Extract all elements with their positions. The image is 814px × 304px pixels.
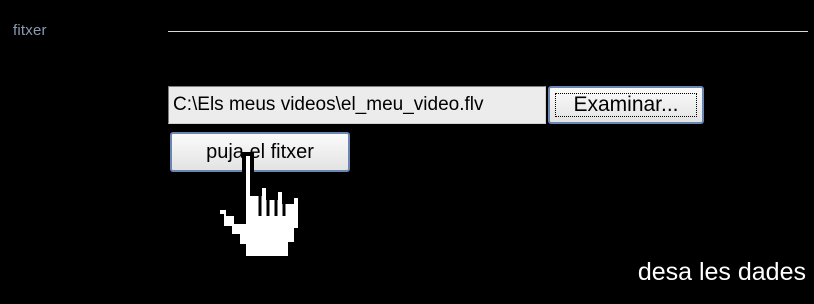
file-path-input[interactable]: C:\Els meus videos\el_meu_video.flv xyxy=(168,86,546,124)
section-label: fitxer xyxy=(13,22,47,39)
hand-pointer-icon xyxy=(216,152,302,260)
upload-panel: fitxer C:\Els meus videos\el_meu_video.f… xyxy=(0,0,814,304)
browse-button[interactable]: Examinar... xyxy=(548,86,704,124)
save-data-link[interactable]: desa les dades xyxy=(638,258,806,287)
section-divider xyxy=(168,31,808,32)
browse-button-label: Examinar... xyxy=(573,93,679,116)
